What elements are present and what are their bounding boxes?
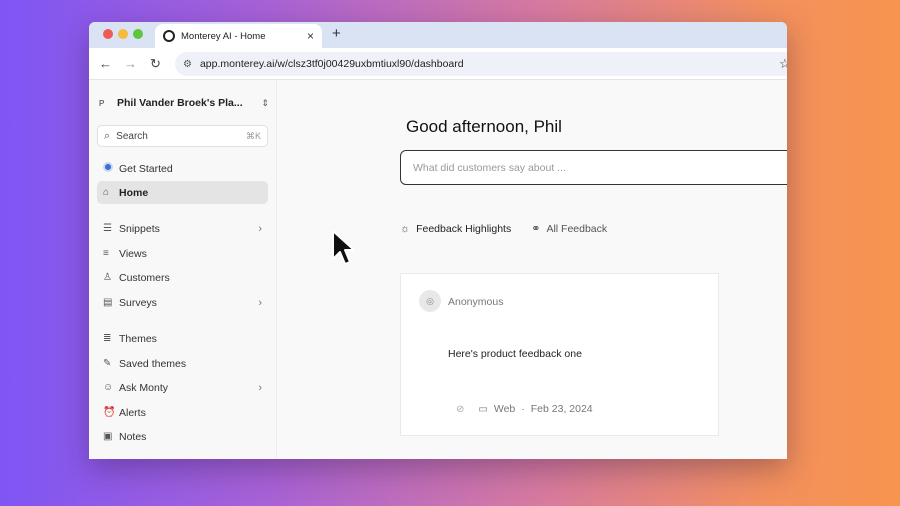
get-started-icon <box>103 162 119 175</box>
workspace-name: Phil Vander Broek's Pla... <box>117 97 243 109</box>
workspace-avatar: P <box>99 98 105 108</box>
ask-input[interactable]: What did customers say about ... <box>400 150 787 185</box>
tab-title: Monterey AI - Home <box>181 30 266 42</box>
chevron-up-down-icon: ⇕ <box>261 97 269 108</box>
close-window-button[interactable] <box>103 29 113 39</box>
ask-monty-icon: ☺ <box>103 382 114 393</box>
customers-icon: ♙ <box>103 272 112 283</box>
search-input[interactable]: ⌕ Search ⌘K <box>97 125 268 147</box>
pin-icon: ✎ <box>103 358 112 369</box>
sidebar-item-label: Get Started <box>119 162 173 175</box>
themes-icon: ≣ <box>103 333 112 344</box>
browser-toolbar: ← → ↻ ⚙ app.monterey.ai/w/clsz3tf0j00429… <box>89 48 787 80</box>
sun-icon: ☼ <box>400 222 411 235</box>
sidebar-item-label: Ask Monty <box>119 381 169 394</box>
monitor-icon: ▭ <box>478 403 488 415</box>
tab-feedback-highlights[interactable]: ☼ Feedback Highlights <box>400 223 511 235</box>
feedback-tabs: ☼ Feedback Highlights ⚭ All Feedback <box>400 222 627 236</box>
home-icon: ⌂ <box>103 187 110 198</box>
sidebar-item-get-started[interactable]: Get Started <box>97 157 268 180</box>
sentiment-icon: ⊘ <box>456 403 465 415</box>
favicon-icon <box>163 30 175 42</box>
bookmark-star-icon[interactable]: ☆ <box>779 56 787 72</box>
chevron-right-icon: › <box>258 381 262 394</box>
sidebar-item-label: Notes <box>119 430 147 443</box>
sidebar-item-views[interactable]: ≡ Views <box>97 242 268 265</box>
tab-label: All Feedback <box>546 222 608 235</box>
new-tab-button[interactable]: + <box>332 25 341 42</box>
workspace-switcher[interactable]: P Phil Vander Broek's Pla... ⇕ <box>99 93 269 113</box>
anonymous-avatar: ◎ <box>419 290 441 312</box>
main-content: Good afternoon, Phil What did customers … <box>277 80 787 459</box>
sidebar-item-label: Views <box>119 247 147 260</box>
chevron-right-icon: › <box>258 222 262 235</box>
sidebar-item-notes[interactable]: ▣ Notes <box>97 425 268 448</box>
views-icon: ≡ <box>103 248 109 259</box>
sidebar: P Phil Vander Broek's Pla... ⇕ ⌕ Search … <box>89 80 277 459</box>
browser-tab[interactable]: Monterey AI - Home × <box>155 24 322 48</box>
minimize-window-button[interactable] <box>118 29 128 39</box>
notes-icon: ▣ <box>103 431 113 442</box>
feedback-author: Anonymous <box>448 296 504 308</box>
feedback-source: Web <box>493 403 516 415</box>
sidebar-item-themes[interactable]: ≣ Themes <box>97 327 268 350</box>
sidebar-item-customers[interactable]: ♙ Customers <box>97 266 268 289</box>
sidebar-item-label: Surveys <box>119 296 157 309</box>
feedback-date: Feb 23, 2024 <box>530 403 593 415</box>
sidebar-item-home[interactable]: ⌂ Home <box>97 181 268 204</box>
mouse-cursor-icon <box>332 230 355 265</box>
sidebar-item-saved-themes[interactable]: ✎ Saved themes <box>97 352 268 375</box>
snippets-icon: ☰ <box>103 223 112 234</box>
browser-window: Monterey AI - Home × + ← → ↻ ⚙ app.monte… <box>89 22 787 459</box>
surveys-icon: ▤ <box>103 297 113 308</box>
search-placeholder: Search <box>116 130 148 142</box>
sidebar-item-label: Alerts <box>119 406 146 419</box>
alarm-icon: ⏰ <box>103 407 116 418</box>
sidebar-item-label: Snippets <box>119 222 160 235</box>
chevron-right-icon: › <box>258 296 262 309</box>
back-button[interactable]: ← <box>99 56 112 72</box>
sidebar-item-label: Customers <box>119 271 170 284</box>
tab-all-feedback[interactable]: ⚭ All Feedback <box>531 222 608 236</box>
forward-button[interactable]: → <box>124 56 137 72</box>
feedback-meta: ⊘ ▭ Web · Feb 23, 2024 <box>456 403 593 415</box>
sidebar-item-ask-monty[interactable]: ☺ Ask Monty › <box>97 376 268 399</box>
sidebar-item-label: Saved themes <box>119 357 187 370</box>
search-icon: ⌕ <box>104 129 111 142</box>
feedback-text: Here's product feedback one <box>448 348 582 360</box>
sidebar-item-label: Home <box>119 186 149 199</box>
sidebar-item-snippets[interactable]: ☰ Snippets › <box>97 217 268 240</box>
tab-bar: Monterey AI - Home × + <box>89 22 787 48</box>
maximize-window-button[interactable] <box>133 29 143 39</box>
ask-placeholder: What did customers say about ... <box>413 161 566 174</box>
site-settings-icon[interactable]: ⚙ <box>183 59 192 70</box>
tab-close-icon[interactable]: × <box>307 29 314 43</box>
sidebar-item-surveys[interactable]: ▤ Surveys › <box>97 291 268 314</box>
url-text: app.monterey.ai/w/clsz3tf0j00429uxbmtiux… <box>199 58 464 70</box>
reload-button[interactable]: ↻ <box>150 56 161 72</box>
tab-label: Feedback Highlights <box>416 222 512 235</box>
search-shortcut: ⌘K <box>245 130 261 141</box>
page-title: Good afternoon, Phil <box>406 117 562 136</box>
meta-separator: · <box>521 403 525 415</box>
sidebar-item-alerts[interactable]: ⏰ Alerts <box>97 401 268 424</box>
sidebar-item-label: Themes <box>119 332 157 345</box>
feedback-card[interactable]: ◎ Anonymous Here's product feedback one … <box>400 273 719 436</box>
link-icon: ⚭ <box>531 223 541 235</box>
address-bar[interactable]: ⚙ app.monterey.ai/w/clsz3tf0j00429uxbmti… <box>175 52 787 76</box>
